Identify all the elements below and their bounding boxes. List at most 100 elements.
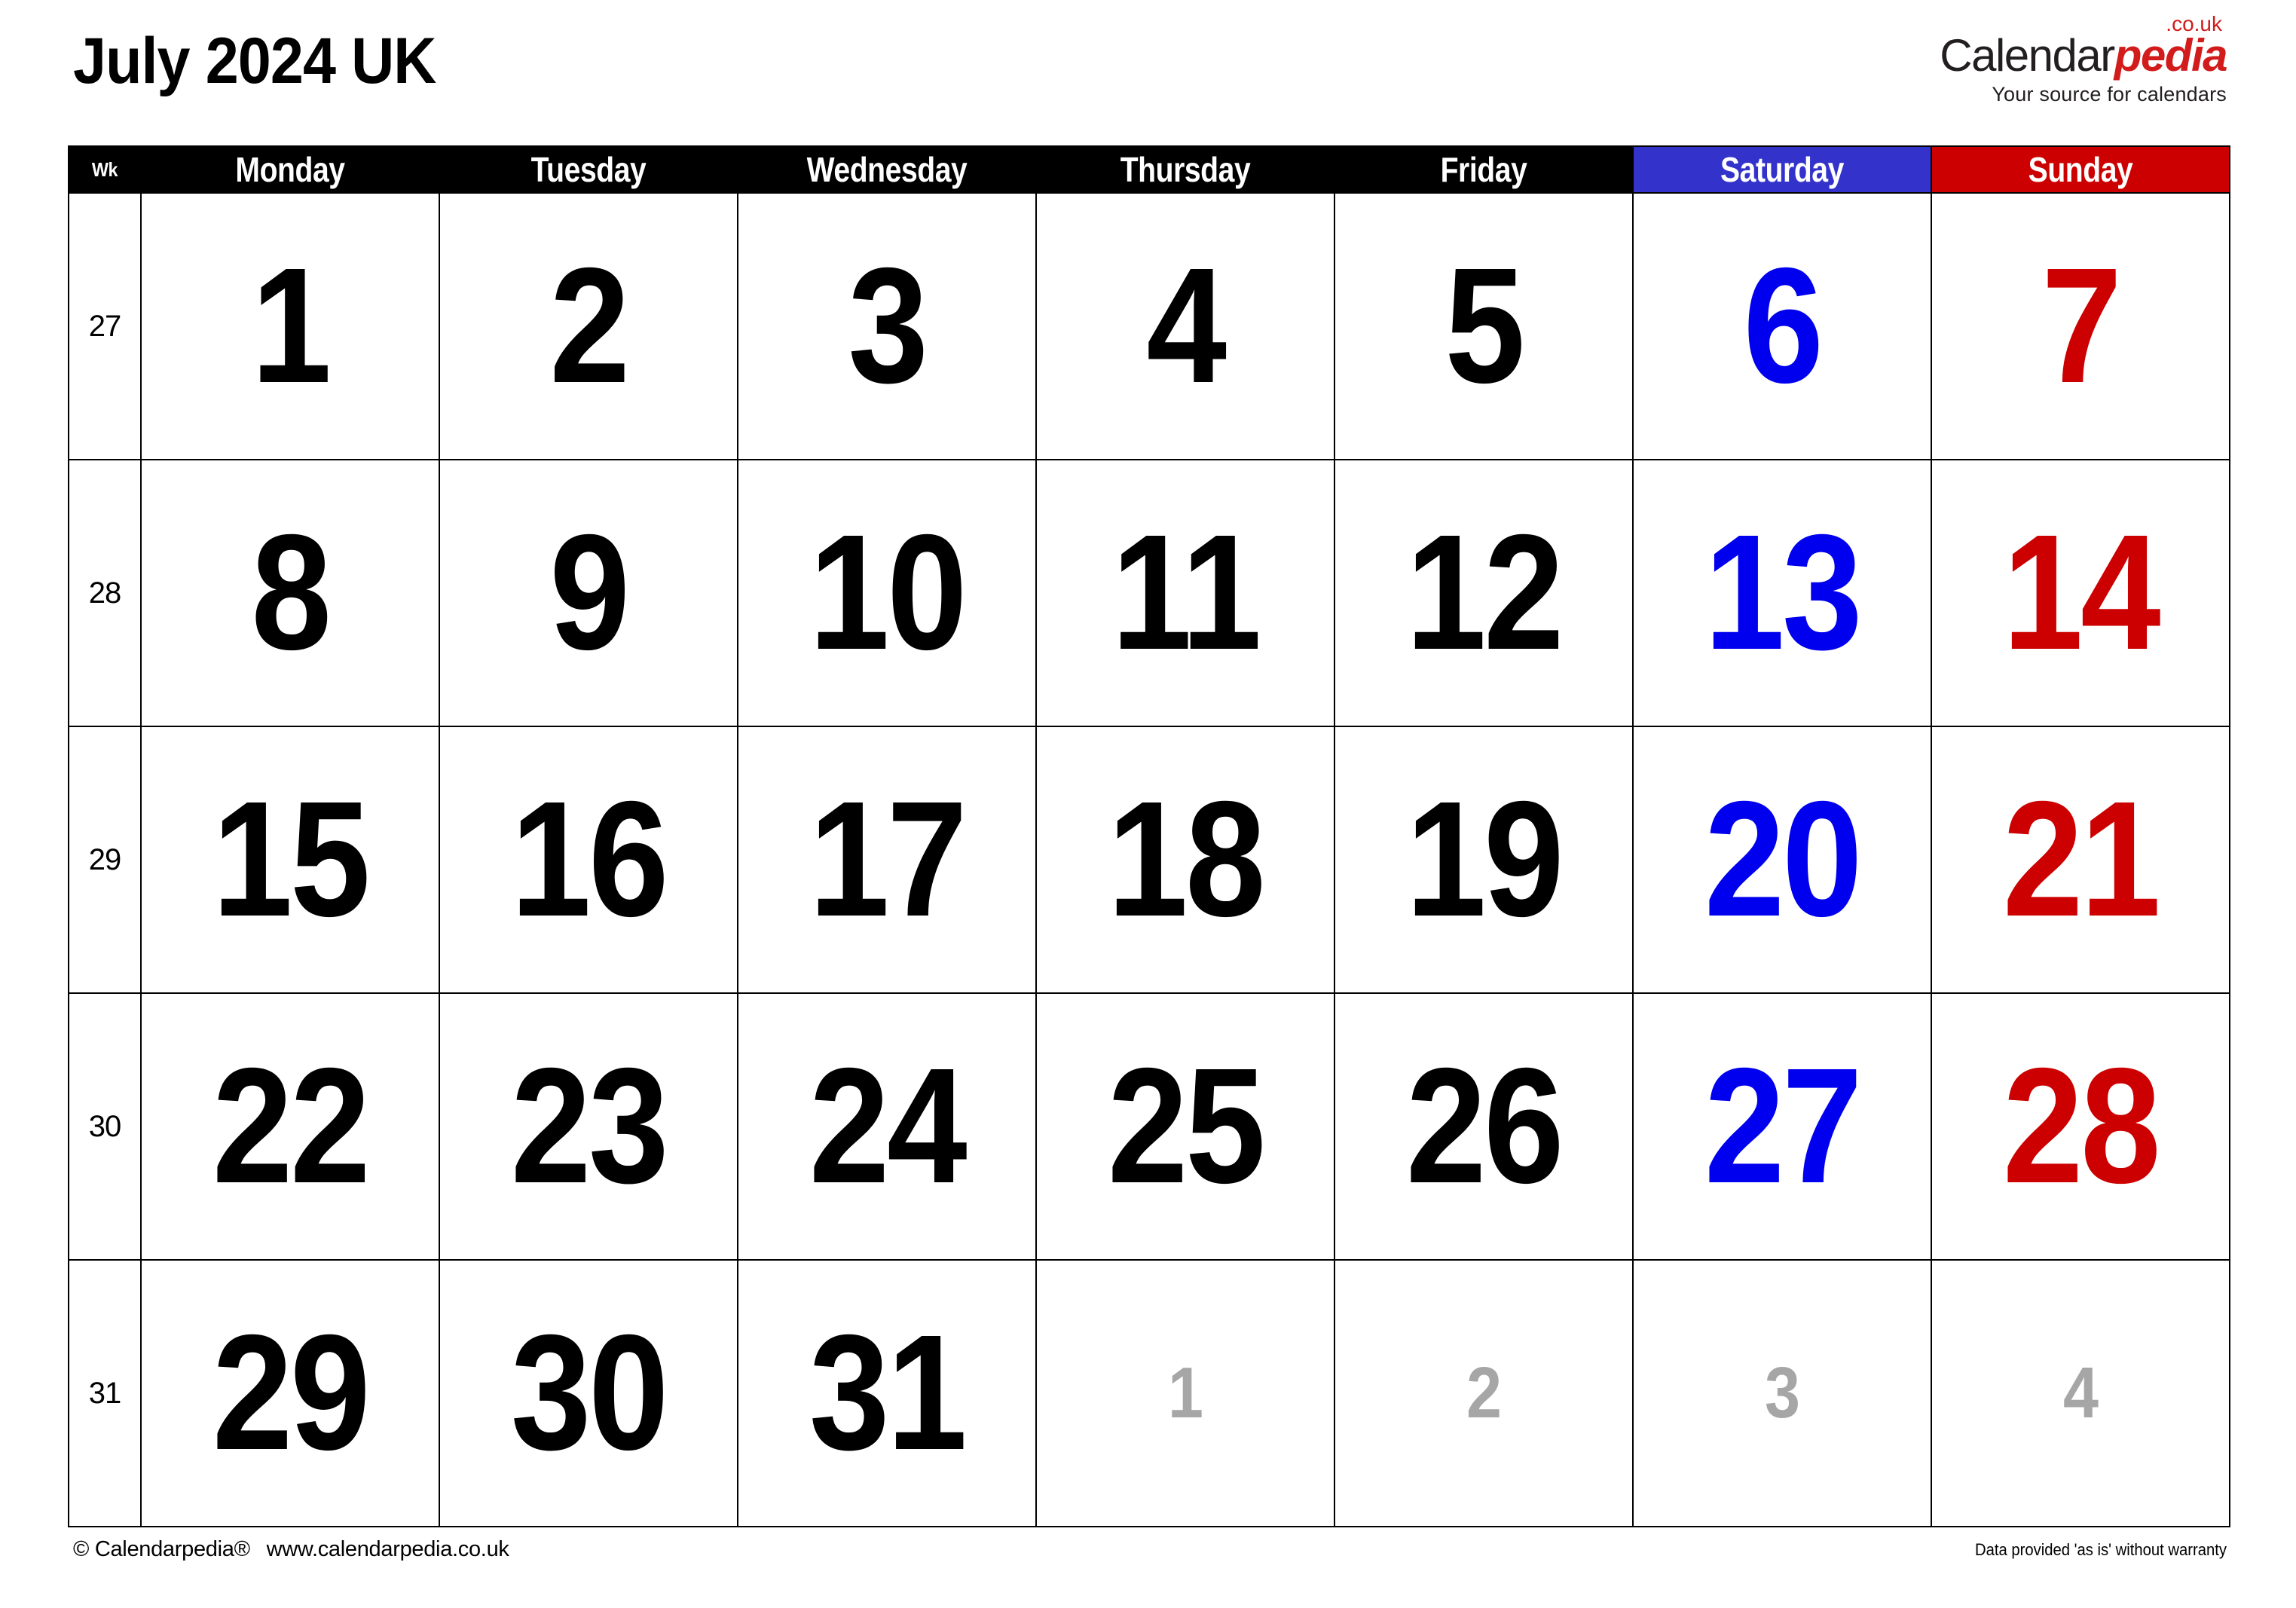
day-cell-monday[interactable]: 1: [140, 192, 440, 460]
footer-disclaimer: Data provided 'as is' without warranty: [1975, 1540, 2227, 1559]
footer-website[interactable]: www.calendarpedia.co.uk: [267, 1537, 509, 1561]
day-cell-tuesday[interactable]: 2: [439, 192, 738, 460]
logo-tagline: Your source for calendars: [1992, 83, 2227, 105]
day-number: 28: [2002, 1035, 2161, 1218]
page-footer: © Calendarpedia® www.calendarpedia.co.uk …: [0, 1531, 2296, 1576]
day-cell-wednesday[interactable]: 10: [737, 459, 1037, 727]
day-cell-saturday[interactable]: 13: [1632, 459, 1932, 727]
day-cell-wednesday[interactable]: 3: [737, 192, 1037, 460]
calendar-week-row: 29 15 16 17 18 19 20 21: [68, 726, 2230, 994]
day-cell-sunday[interactable]: 14: [1931, 459, 2230, 727]
day-header-tuesday: Tuesday: [439, 145, 738, 194]
day-cell-thursday[interactable]: 25: [1035, 992, 1335, 1261]
calendar-week-row: 27 1 2 3 4 5 6 7: [68, 192, 2230, 460]
day-number: 13: [1704, 501, 1863, 684]
day-number: 21: [2002, 768, 2161, 951]
day-header-sunday: Sunday: [1931, 145, 2230, 194]
calendar-week-row: 31 29 30 31 1 2 3 4: [68, 1259, 2230, 1527]
day-cell-thursday[interactable]: 1: [1035, 1259, 1335, 1527]
day-cell-friday[interactable]: 12: [1334, 459, 1634, 727]
logo-wordmark: Calendarpedia .co.uk: [1940, 14, 2228, 81]
day-header-thursday: Thursday: [1035, 145, 1335, 194]
day-cell-thursday[interactable]: 18: [1035, 726, 1335, 994]
calendar-page: July 2024 UK Calendarpedia .co.uk Your s…: [0, 0, 2296, 1608]
day-cell-friday[interactable]: 2: [1334, 1259, 1634, 1527]
day-number: 18: [1107, 768, 1266, 951]
day-header-friday: Friday: [1334, 145, 1634, 194]
day-number: 8: [251, 501, 332, 684]
day-number: 11: [1111, 501, 1261, 684]
week-number-cell: 28: [68, 459, 142, 727]
day-number: 5: [1445, 234, 1525, 417]
day-number: 1: [251, 234, 332, 417]
footer-copyright-line: © Calendarpedia® www.calendarpedia.co.uk: [73, 1537, 509, 1562]
day-cell-monday[interactable]: 15: [140, 726, 440, 994]
footer-copyright: © Calendarpedia®: [73, 1537, 250, 1561]
day-cell-sunday[interactable]: 4: [1931, 1259, 2230, 1527]
day-cell-saturday[interactable]: 27: [1632, 992, 1932, 1261]
calendarpedia-logo[interactable]: Calendarpedia .co.uk Your source for cal…: [1940, 14, 2228, 105]
calendar-week-row: 28 8 9 10 11 12 13 14: [68, 459, 2230, 727]
day-number: 17: [809, 768, 968, 951]
day-number: 31: [809, 1301, 968, 1484]
day-number-other-month: 3: [1764, 1353, 1800, 1433]
day-number-other-month: 1: [1167, 1353, 1203, 1433]
day-number: 15: [212, 768, 371, 951]
day-cell-saturday[interactable]: 3: [1632, 1259, 1932, 1527]
day-header-wednesday: Wednesday: [737, 145, 1037, 194]
logo-name-first: Calendar: [1940, 30, 2115, 81]
day-cell-saturday[interactable]: 6: [1632, 192, 1932, 460]
day-cell-friday[interactable]: 26: [1334, 992, 1634, 1261]
day-cell-tuesday[interactable]: 16: [439, 726, 738, 994]
day-cell-tuesday[interactable]: 30: [439, 1259, 738, 1527]
day-number: 3: [848, 234, 928, 417]
page-title: July 2024 UK: [73, 25, 436, 97]
day-header-saturday: Saturday: [1632, 145, 1932, 194]
day-number: 12: [1405, 501, 1564, 684]
day-number: 30: [510, 1301, 669, 1484]
day-number: 26: [1405, 1035, 1564, 1218]
day-cell-monday[interactable]: 29: [140, 1259, 440, 1527]
calendar-body: 27 1 2 3 4 5 6 7 28 8 9 10 11 12 13 14 29 15 16 17 18 19 20 21 3…: [68, 192, 2230, 1527]
day-cell-tuesday[interactable]: 9: [439, 459, 738, 727]
day-number: 9: [549, 501, 630, 684]
day-cell-monday[interactable]: 8: [140, 459, 440, 727]
day-number: 22: [212, 1035, 371, 1218]
week-number-cell: 30: [68, 992, 142, 1261]
logo-name-second: pedia: [2114, 30, 2228, 81]
day-cell-saturday[interactable]: 20: [1632, 726, 1932, 994]
day-number: 6: [1743, 234, 1824, 417]
day-number: 20: [1704, 768, 1863, 951]
day-cell-monday[interactable]: 22: [140, 992, 440, 1261]
day-cell-wednesday[interactable]: 31: [737, 1259, 1037, 1527]
day-number-other-month: 4: [2062, 1353, 2099, 1433]
page-header: July 2024 UK Calendarpedia .co.uk Your s…: [0, 0, 2296, 139]
day-cell-thursday[interactable]: 4: [1035, 192, 1335, 460]
week-number-cell: 31: [68, 1259, 142, 1527]
week-number-cell: 29: [68, 726, 142, 994]
day-number: 23: [510, 1035, 669, 1218]
day-number: 10: [809, 501, 968, 684]
day-cell-friday[interactable]: 19: [1334, 726, 1634, 994]
day-cell-friday[interactable]: 5: [1334, 192, 1634, 460]
day-number: 14: [2002, 501, 2161, 684]
day-number: 16: [510, 768, 669, 951]
calendar-table: Wk Monday Tuesday Wednesday Thursday Fri…: [68, 145, 2230, 1527]
day-cell-sunday[interactable]: 21: [1931, 726, 2230, 994]
day-number: 25: [1107, 1035, 1266, 1218]
logo-tld: .co.uk: [2166, 12, 2222, 35]
day-cell-sunday[interactable]: 28: [1931, 992, 2230, 1261]
day-number: 2: [549, 234, 630, 417]
calendar-header-row: Wk Monday Tuesday Wednesday Thursday Fri…: [68, 145, 2230, 194]
day-cell-sunday[interactable]: 7: [1931, 192, 2230, 460]
week-column-header: Wk: [68, 145, 142, 194]
calendar-week-row: 30 22 23 24 25 26 27 28: [68, 992, 2230, 1261]
day-cell-thursday[interactable]: 11: [1035, 459, 1335, 727]
day-number: 29: [212, 1301, 371, 1484]
day-cell-wednesday[interactable]: 24: [737, 992, 1037, 1261]
day-cell-tuesday[interactable]: 23: [439, 992, 738, 1261]
day-header-monday: Monday: [140, 145, 440, 194]
day-number: 27: [1704, 1035, 1863, 1218]
day-number: 4: [1146, 234, 1227, 417]
day-cell-wednesday[interactable]: 17: [737, 726, 1037, 994]
